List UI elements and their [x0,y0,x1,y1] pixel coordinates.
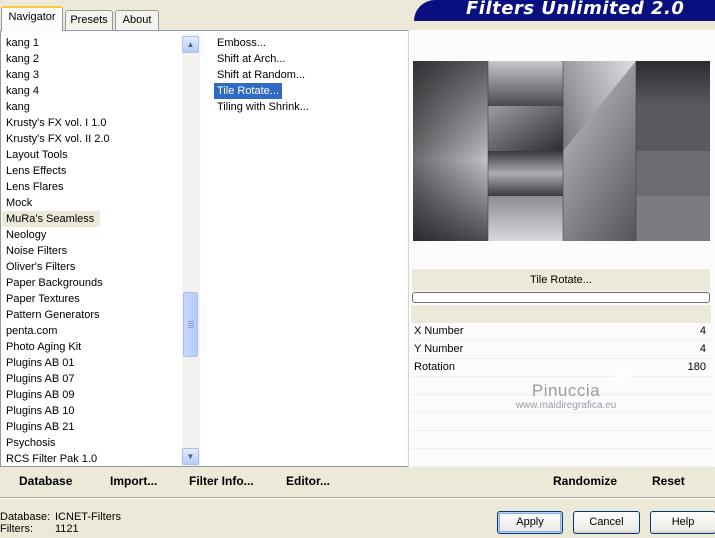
filters-unlimited-banner: Filters Unlimited 2.0 [414,0,715,21]
category-item[interactable]: Plugins AB 07 [2,371,75,387]
category-item[interactable]: kang 1 [2,35,39,51]
tab-about[interactable]: About [115,10,159,30]
filter-info-button[interactable]: Filter Info... [189,474,254,488]
randomize-button[interactable]: Randomize [553,474,617,488]
category-item[interactable]: Plugins AB 09 [2,387,75,403]
param-row-empty [411,449,712,467]
param-label-x-number: X Number [414,325,464,337]
filter-item[interactable]: Shift at Arch... [214,51,285,67]
watermark-url: www.maidiregrafica.eu [515,400,617,411]
banner-title: Filters Unlimited 2.0 [466,0,685,19]
category-item[interactable]: Layout Tools [2,147,68,163]
status-database-label: Database: [0,511,51,523]
status-database-value: ICNET-Filters [55,511,121,523]
status-filters-label: Filters: [0,523,33,535]
param-row-empty [411,413,712,431]
category-item[interactable]: Krusty's FX vol. II 2.0 [2,131,110,147]
divider [0,498,715,499]
filter-list[interactable]: Emboss... Shift at Arch... Shift at Random… [206,34,404,466]
category-item[interactable]: Psychosis [2,435,56,451]
category-item[interactable]: Plugins AB 01 [2,355,75,371]
category-item[interactable]: Photo Aging Kit [2,339,81,355]
category-item[interactable]: kang 4 [2,83,39,99]
import-button[interactable]: Import... [110,474,157,488]
database-button[interactable]: Database [19,474,72,488]
category-item[interactable]: kang [2,99,30,115]
scrollbar-thumb[interactable] [183,292,198,357]
param-row-empty [411,431,712,449]
filter-item[interactable]: Tiling with Shrink... [214,99,309,115]
category-item[interactable]: Neology [2,227,46,243]
category-item[interactable]: Mock [2,195,32,211]
scroll-up-button[interactable]: ▲ [182,36,199,53]
apply-button[interactable]: Apply [497,511,563,534]
category-item[interactable]: Oliver's Filters [2,259,75,275]
reset-button[interactable]: Reset [652,474,685,488]
param-row-y-number[interactable]: Y Number 4 [411,341,712,359]
category-item[interactable]: penta.com [2,323,57,339]
params-spacer [411,305,711,323]
filter-name: Tile Rotate... [530,274,592,286]
filter-item[interactable]: Tile Rotate... [214,83,282,99]
filter-item[interactable]: Shift at Random... [214,67,305,83]
category-item[interactable]: kang 3 [2,67,39,83]
preview-image [413,61,710,241]
watermark-title: Pinuccia [531,381,601,400]
param-label-y-number: Y Number [414,343,464,355]
watermark: Pinuccia www.maidiregrafica.eu [496,381,636,411]
filter-name-bar: Tile Rotate... [412,269,710,291]
category-item[interactable]: Lens Effects [2,163,66,179]
category-scrollbar[interactable]: ▲ ▼ [182,34,200,466]
category-item[interactable]: MuRa's Seamless [2,211,101,227]
category-item[interactable]: kang 2 [2,51,39,67]
category-item[interactable]: RCS Filter Pak 1.0 [2,451,97,466]
tab-presets[interactable]: Presets [65,10,113,30]
help-button[interactable]: Help [650,511,715,534]
category-item[interactable]: Krusty's FX vol. I 1.0 [2,115,107,131]
param-row-rotation[interactable]: Rotation 180 [411,359,712,377]
param-label-rotation: Rotation [414,361,455,373]
status-filters-value: 1121 [55,523,79,535]
param-row-x-number[interactable]: X Number 4 [411,323,712,341]
cancel-button[interactable]: Cancel [573,511,640,534]
category-item[interactable]: Paper Textures [2,291,80,307]
param-value-y-number: 4 [699,343,706,355]
category-item[interactable]: Pattern Generators [2,307,100,323]
scroll-down-button[interactable]: ▼ [182,448,199,465]
category-list[interactable]: kang 1 kang 2 kang 3 kang 4 kang Krusty's FX … [2,34,182,466]
category-item[interactable]: Lens Flares [2,179,63,195]
category-item[interactable]: Plugins AB 10 [2,403,75,419]
param-value-x-number: 4 [699,325,706,337]
param-value-rotation: 180 [687,361,706,373]
category-item[interactable]: Plugins AB 21 [2,419,75,435]
category-item[interactable]: Paper Backgrounds [2,275,103,291]
filter-item[interactable]: Emboss... [214,35,266,51]
editor-button[interactable]: Editor... [286,474,330,488]
tab-navigator[interactable]: Navigator [1,6,63,31]
progress-bar [412,292,710,303]
category-item[interactable]: Noise Filters [2,243,67,259]
